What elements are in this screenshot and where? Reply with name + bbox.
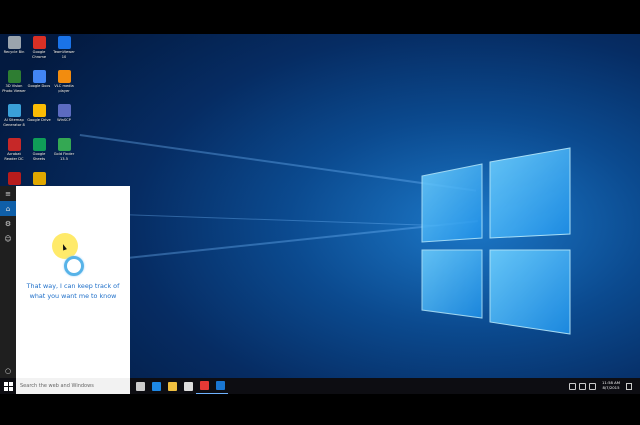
taskbar-store-icon[interactable]	[180, 378, 196, 394]
volume-icon[interactable]	[578, 382, 586, 390]
cortana-ring-icon	[64, 256, 84, 276]
desktop-icon-label: Acrobat Reader DC	[4, 152, 24, 161]
task-view-icon	[135, 381, 145, 391]
store-icon	[183, 381, 193, 391]
cortana-message: That way, I can keep track of what you w…	[22, 282, 124, 301]
desktop-icon[interactable]: Acrobat Reader DC	[2, 138, 26, 161]
search-placeholder: Search the web and Windows	[20, 383, 94, 389]
letterbox-bottom	[0, 394, 640, 425]
desktop-icon[interactable]: Google Sheets	[27, 138, 51, 161]
windows-logo	[421, 147, 571, 335]
desktop-icon-label: VLC media player	[54, 84, 74, 93]
chrome-icon	[32, 36, 46, 49]
file-explorer-icon	[167, 381, 177, 391]
adobe-icon	[7, 172, 21, 185]
taskbar-edge-icon[interactable]	[148, 378, 164, 394]
notebook-icon[interactable]: ⚙	[0, 216, 16, 231]
acrobat-icon	[7, 138, 21, 151]
winscp-icon	[57, 104, 71, 117]
teamviewer-icon	[57, 36, 71, 49]
drive-icon	[32, 104, 46, 117]
sitemap-icon	[7, 104, 21, 117]
light-beam	[119, 214, 440, 227]
desktop-icon[interactable]: Google Docs	[27, 70, 51, 89]
network-icon[interactable]	[568, 382, 576, 390]
cortana-message-line1: That way, I can keep track of	[26, 282, 120, 290]
desktop-icon-label: Google Chrome	[31, 50, 47, 59]
taskbar-app-icon[interactable]	[212, 378, 228, 394]
desktop-icon-label: Recycle Bin	[3, 50, 25, 54]
start-button[interactable]	[0, 378, 16, 394]
letterbox-top	[0, 0, 640, 34]
desktop-icon[interactable]: Google Chrome	[27, 36, 51, 59]
cortana-circle-icon[interactable]: ○	[0, 363, 16, 378]
taskbar-task-view-icon[interactable]	[132, 378, 148, 394]
desktop-icon[interactable]: WinSCP	[52, 104, 76, 123]
desktop-icon[interactable]: Google Drive	[27, 104, 51, 123]
app-icon	[215, 381, 225, 390]
desktop-icon-label: Google Drive	[27, 118, 51, 122]
photo-viewer-icon	[7, 70, 21, 83]
chrome-icon	[199, 381, 209, 390]
cortana-message-line2: what you want me to know	[29, 291, 117, 300]
recycle-bin-icon	[7, 36, 21, 49]
home-icon[interactable]: ⌂	[0, 201, 16, 216]
desktop-icon[interactable]: 3D Vision Photo Viewer	[2, 70, 26, 93]
system-tray: 11:58 AM 8/7/2015	[566, 378, 632, 394]
edge-icon	[151, 381, 161, 391]
desktop-icon-label: AI Sitemap Generator 8	[3, 118, 25, 127]
desktop-icon-label: Google Docs	[27, 84, 51, 88]
desktop-icon[interactable]: Gold Finder 13.5	[52, 138, 76, 161]
desktop-icon-label: Gold Finder 13.5	[53, 152, 75, 161]
windows-start-icon	[3, 381, 13, 391]
desktop-icon[interactable]: Recycle Bin	[2, 36, 26, 55]
desktop-icon-label: Google Sheets	[32, 152, 46, 161]
taskbar: Search the web and Windows 11:58 AM 8/7/…	[0, 378, 640, 394]
cortana-rail: ≡ ⌂ ⚙ ☺ ○	[0, 186, 16, 378]
action-center-icon[interactable]	[626, 382, 632, 390]
taskbar-chrome-icon[interactable]	[196, 378, 212, 394]
feedback-icon[interactable]: ☺	[0, 231, 16, 246]
taskbar-search-input[interactable]: Search the web and Windows	[16, 378, 130, 394]
hamburger-icon[interactable]: ≡	[0, 186, 16, 201]
desktop-icon-label: WinSCP	[57, 118, 71, 122]
taskbar-apps	[132, 378, 228, 394]
sheets-icon	[32, 138, 46, 151]
desktop-icon[interactable]	[2, 172, 26, 186]
folder-icon	[32, 172, 46, 185]
taskbar-file-explorer-icon[interactable]	[164, 378, 180, 394]
vlc-icon	[57, 70, 71, 83]
keyboard-icon[interactable]	[588, 382, 596, 390]
desktop-icon[interactable]	[27, 172, 51, 186]
clock-date: 8/7/2015	[602, 385, 620, 390]
clock[interactable]: 11:58 AM 8/7/2015	[602, 381, 620, 390]
docs-icon	[32, 70, 46, 83]
desktop-icon-label: 3D Vision Photo Viewer	[2, 84, 26, 93]
desktop-icon[interactable]: TeamViewer 10	[52, 36, 76, 59]
desktop-icon-label: TeamViewer 10	[53, 50, 75, 59]
cortana-panel: That way, I can keep track of what you w…	[16, 186, 130, 378]
gold-finder-icon	[57, 138, 71, 151]
desktop-icon[interactable]: AI Sitemap Generator 8	[2, 104, 26, 127]
desktop-icon[interactable]: VLC media player	[52, 70, 76, 93]
